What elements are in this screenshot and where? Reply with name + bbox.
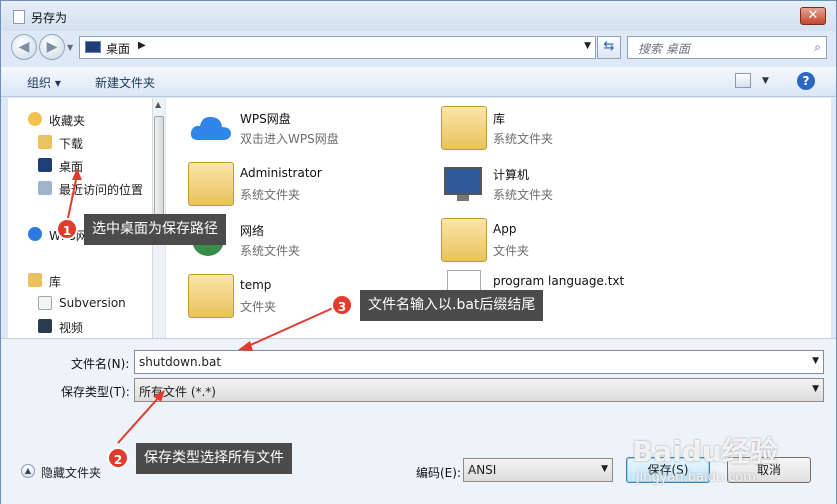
folder-icon [188,274,234,318]
chevron-up-icon: ▲ [21,464,35,478]
filename-label: 文件名(N): [71,357,130,371]
history-dropdown-icon[interactable]: ▼ [67,43,73,52]
scroll-up-icon[interactable]: ▲ [155,100,161,109]
scroll-thumb[interactable] [154,116,164,216]
annotation-badge-2: 2 [107,447,129,469]
document-icon [38,296,52,310]
annotation-callout-2: 保存类型选择所有文件 [136,443,292,474]
library-folder-icon [441,106,487,150]
filetype-label: 保存类型(T): [61,385,130,399]
address-bar[interactable]: 桌面 ▶ ▼ [79,36,596,59]
annotation-callout-3: 文件名输入以.bat后缀结尾 [360,290,544,321]
title-bar: 另存为 ✕ [1,1,836,31]
filename-input[interactable]: shutdown.bat ▼ [134,350,824,374]
chevron-down-icon[interactable]: ▼ [812,356,819,366]
download-folder-icon [38,135,52,149]
chevron-down-icon[interactable]: ▼ [584,41,591,51]
folder-icon [441,218,487,262]
encoding-label: 编码(E): [416,466,461,480]
back-button[interactable]: ◀ [11,34,37,60]
address-row: ◀ ▶ ▼ 桌面 ▶ ▼ ⇆ 搜索 桌面 ⌕ [1,31,836,63]
new-folder-button[interactable]: 新建文件夹 [95,74,155,91]
file-item-wps-cloud[interactable]: WPS网盘 双击进入WPS网盘 [188,106,428,156]
cloud-icon [190,116,231,140]
chevron-down-icon[interactable]: ▼ [601,464,608,474]
baidu-watermark: Baidu经验 [632,435,778,468]
video-icon [38,319,52,333]
desktop-icon [38,158,52,172]
file-item-library[interactable]: 库 系统文件夹 [441,106,681,156]
save-as-dialog: 另存为 ✕ ◀ ▶ ▼ 桌面 ▶ ▼ ⇆ 搜索 桌面 ⌕ 组织 ▾ 新建文件夹 … [0,0,837,504]
refresh-button[interactable]: ⇆ [597,36,621,59]
file-item-administrator[interactable]: Administrator 系统文件夹 [188,162,428,212]
search-input[interactable]: 搜索 桌面 ⌕ [627,36,827,59]
recent-places-icon [38,181,52,195]
desktop-icon [85,41,101,53]
window-title: 另存为 [31,11,68,25]
baidu-watermark-url: jingyan.baidu.com [636,470,756,485]
file-item-computer[interactable]: 计算机 系统文件夹 [441,162,681,212]
wps-cloud-icon [28,227,42,241]
user-folder-icon [188,162,234,206]
command-bar: 组织 ▾ 新建文件夹 ▼ ? [1,67,836,97]
search-icon[interactable]: ⌕ [814,40,821,55]
chevron-down-icon[interactable]: ▼ [812,384,819,394]
view-dropdown-icon[interactable]: ▼ [762,76,769,86]
address-path[interactable]: 桌面 [106,40,130,57]
library-icon [28,273,42,287]
help-icon[interactable]: ? [797,72,815,90]
chevron-right-icon[interactable]: ▶ [138,40,146,51]
star-icon [28,112,42,126]
document-icon [13,10,25,24]
computer-icon [444,167,482,201]
encoding-select[interactable]: ANSI ▼ [463,458,613,482]
file-item-app[interactable]: App 文件夹 [441,218,681,268]
view-options-icon[interactable] [735,73,751,88]
annotation-badge-1: 1 [56,218,78,240]
filetype-select[interactable]: 所有文件 (*.*) ▼ [134,378,824,402]
organize-button[interactable]: 组织 ▾ [27,74,61,91]
search-placeholder: 搜索 桌面 [638,42,690,56]
close-button[interactable]: ✕ [800,7,826,25]
annotation-callout-1: 选中桌面为保存路径 [84,214,226,245]
annotation-badge-3: 3 [331,294,353,316]
forward-button[interactable]: ▶ [39,34,65,60]
